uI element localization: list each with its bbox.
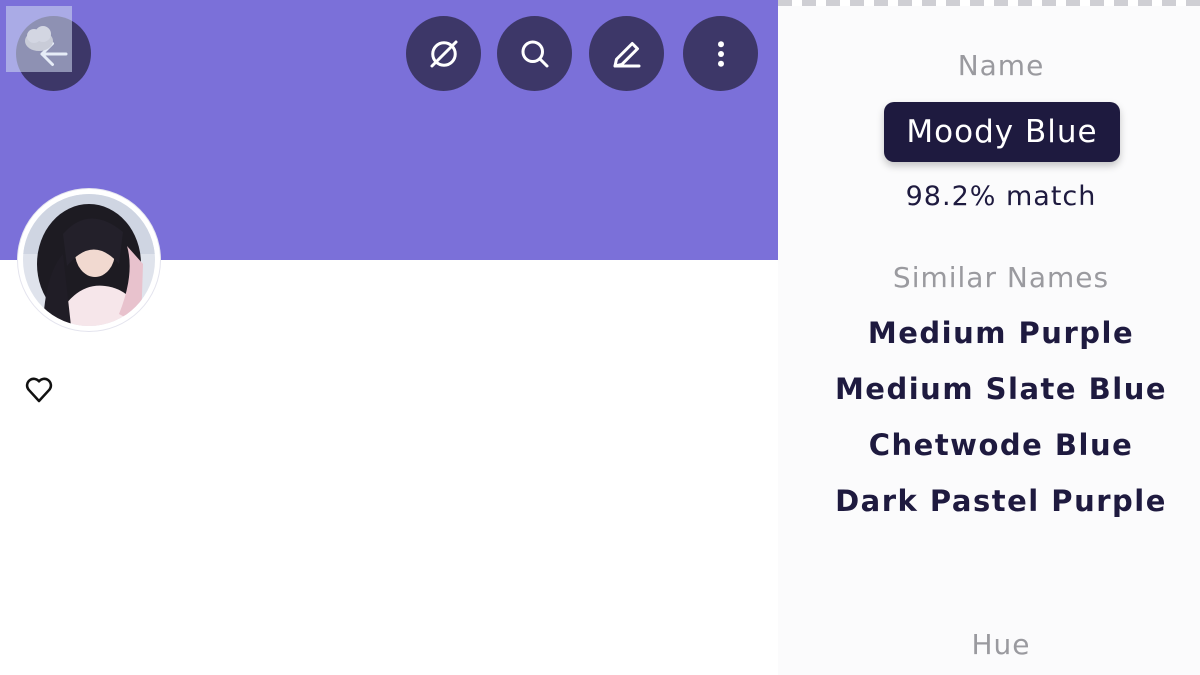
more-options-button[interactable] xyxy=(683,16,758,91)
avatar-image xyxy=(23,194,155,326)
search-button[interactable] xyxy=(497,16,572,91)
edit-icon xyxy=(613,41,640,67)
like-button[interactable] xyxy=(22,372,56,406)
avatar[interactable] xyxy=(18,189,160,331)
dashed-divider xyxy=(778,0,1200,6)
match-percentage: 98.2% match xyxy=(905,181,1097,212)
similar-name-item[interactable]: Dark Pastel Purple xyxy=(778,484,1200,518)
name-label: Name xyxy=(957,49,1045,82)
color-info-panel: Name Moody Blue 98.2% match Similar Name… xyxy=(778,0,1200,675)
similar-names-label: Similar Names xyxy=(892,261,1110,294)
cloud-icon xyxy=(25,26,53,51)
hide-icon xyxy=(430,40,457,67)
search-icon xyxy=(521,40,548,67)
more-vertical-icon xyxy=(717,40,724,67)
heart-outline-icon xyxy=(25,377,53,403)
hue-label: Hue xyxy=(971,628,1031,661)
similar-name-item[interactable]: Medium Purple xyxy=(778,316,1200,350)
similar-name-item[interactable]: Medium Slate Blue xyxy=(778,372,1200,406)
hide-button[interactable] xyxy=(406,16,481,91)
color-name-chip[interactable]: Moody Blue xyxy=(884,102,1120,162)
app-badge-overlay xyxy=(6,6,72,72)
similar-name-item[interactable]: Chetwode Blue xyxy=(778,428,1200,462)
edit-button[interactable] xyxy=(589,16,664,91)
profile-preview xyxy=(0,0,778,675)
